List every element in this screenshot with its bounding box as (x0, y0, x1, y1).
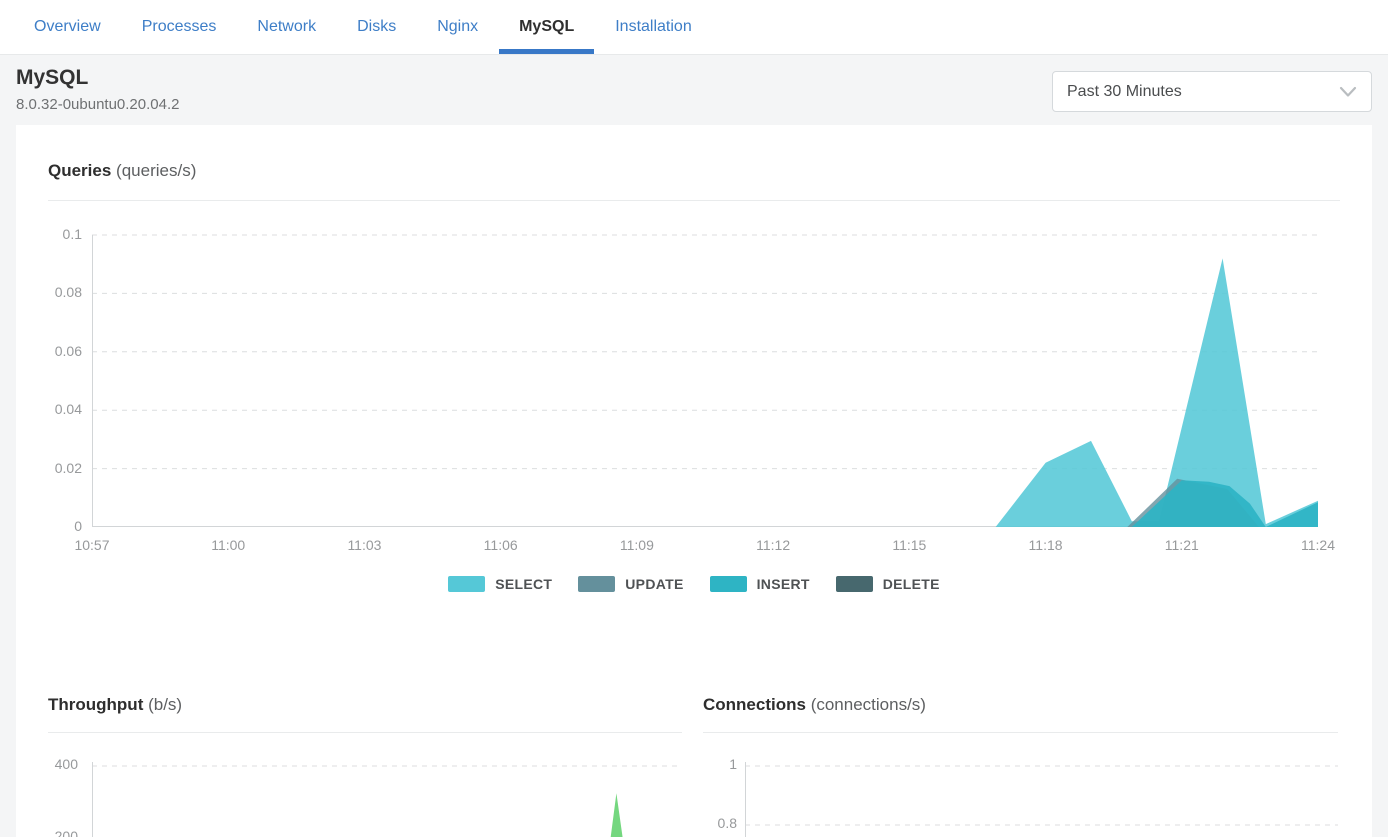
tab-processes[interactable]: Processes (122, 0, 237, 54)
legend-label: SELECT (495, 576, 552, 592)
connections-ytick-0-8: 0.8 (679, 815, 737, 831)
connections-area-chart (745, 755, 1338, 837)
tab-network[interactable]: Network (237, 0, 336, 54)
legend-item-update: UPDATE (578, 576, 683, 592)
page-title: MySQL (16, 66, 88, 90)
tab-nginx[interactable]: Nginx (417, 0, 498, 54)
queries-title-divider (48, 200, 1340, 201)
connections-title-divider (703, 732, 1338, 733)
legend-item-insert: INSERT (710, 576, 810, 592)
tab-mysql[interactable]: MySQL (499, 0, 594, 54)
throughput-title-divider (48, 732, 682, 733)
legend-item-select: SELECT (448, 576, 552, 592)
throughput-ytick-200: 200 (20, 828, 78, 837)
queries-series-select (92, 258, 1318, 527)
queries-ytick: 0.04 (20, 401, 82, 417)
tab-bar: OverviewProcessesNetworkDisksNginxMySQLI… (0, 0, 1388, 55)
mysql-version: 8.0.32-0ubuntu0.20.04.2 (16, 96, 179, 113)
throughput-ytick-400: 400 (20, 756, 78, 772)
queries-ytick: 0.02 (20, 460, 82, 476)
tab-installation[interactable]: Installation (595, 0, 712, 54)
queries-xtick: 11:00 (193, 537, 263, 553)
time-range-select[interactable]: Past 30 Minutes (1052, 71, 1372, 112)
queries-series-update (92, 479, 1318, 527)
legend-item-delete: DELETE (836, 576, 940, 592)
queries-xtick: 11:06 (466, 537, 536, 553)
charts-card: Queries (queries/s) 0.1 0.08 0.06 0.04 0.02 0… (16, 125, 1372, 837)
queries-ytick: 0.06 (20, 343, 82, 359)
tab-disks[interactable]: Disks (337, 0, 416, 54)
queries-xtick: 11:09 (602, 537, 672, 553)
queries-ytick: 0 (20, 518, 82, 534)
queries-ytick: 0.1 (20, 226, 82, 242)
queries-legend: SELECT UPDATE INSERT DELETE (16, 576, 1372, 592)
mysql-monitoring-page: OverviewProcessesNetworkDisksNginxMySQLI… (0, 0, 1388, 837)
throughput-area-chart (92, 755, 682, 837)
legend-swatch-icon (836, 576, 873, 592)
queries-ytick: 0.08 (20, 284, 82, 300)
connections-chart-title: Connections (connections/s) (703, 695, 926, 715)
legend-swatch-icon (448, 576, 485, 592)
throughput-chart-title: Throughput (b/s) (48, 695, 182, 715)
queries-xtick: 11:12 (738, 537, 808, 553)
legend-label: INSERT (757, 576, 810, 592)
connections-ytick-1: 1 (679, 756, 737, 772)
legend-label: UPDATE (625, 576, 683, 592)
queries-xtick: 11:18 (1011, 537, 1081, 553)
queries-xtick: 11:03 (329, 537, 399, 553)
queries-area-chart (92, 235, 1318, 527)
queries-xtick: 11:21 (1147, 537, 1217, 553)
legend-swatch-icon (578, 576, 615, 592)
legend-label: DELETE (883, 576, 940, 592)
queries-xtick: 11:24 (1283, 537, 1353, 553)
queries-xtick: 11:15 (874, 537, 944, 553)
queries-series-insert (92, 480, 1318, 527)
throughput-series-spike (92, 793, 682, 837)
queries-xtick: 10:57 (57, 537, 127, 553)
legend-swatch-icon (710, 576, 747, 592)
page-header: MySQL 8.0.32-0ubuntu0.20.04.2 Past 30 Mi… (0, 55, 1388, 125)
chevron-down-icon (1339, 86, 1357, 98)
queries-chart-title: Queries (queries/s) (48, 161, 196, 181)
tab-overview[interactable]: Overview (14, 0, 121, 54)
time-range-value: Past 30 Minutes (1067, 83, 1339, 101)
